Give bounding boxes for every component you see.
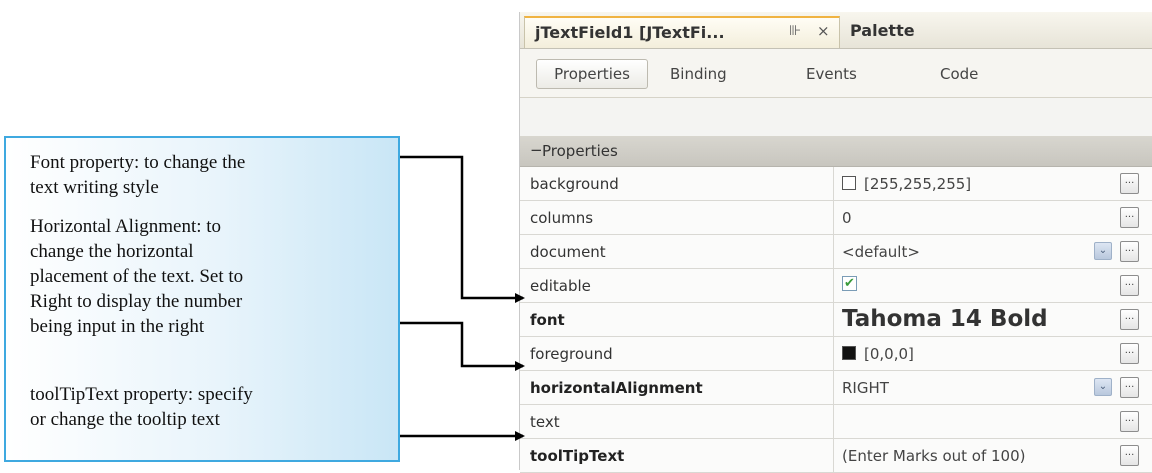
font-connector-arrow bbox=[400, 155, 525, 303]
connector-arrows bbox=[400, 155, 525, 441]
alignment-connector-arrow bbox=[400, 321, 525, 371]
